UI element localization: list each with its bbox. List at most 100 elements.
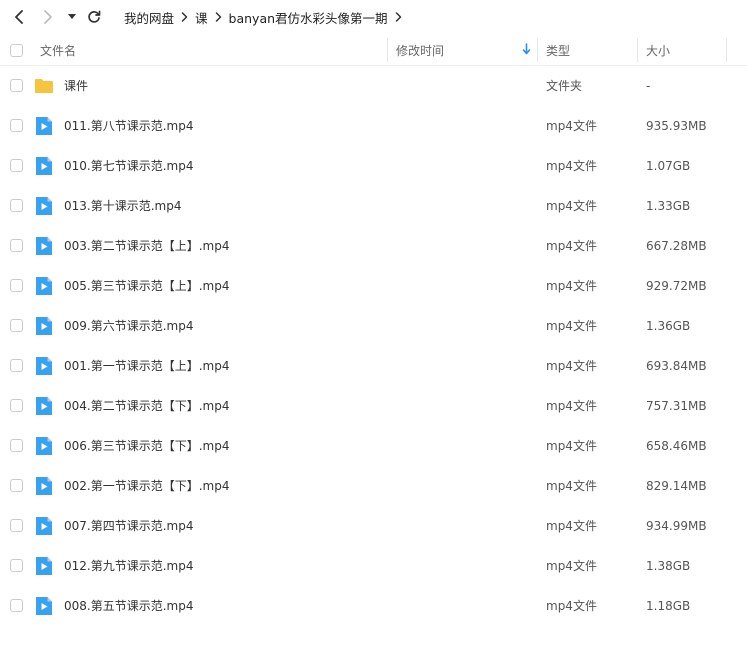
row-checkbox[interactable] [10, 159, 23, 172]
row-checkbox[interactable] [10, 319, 23, 332]
video-file-icon [34, 596, 54, 616]
file-name[interactable]: 011.第八节课示范.mp4 [64, 106, 193, 146]
file-row[interactable]: 008.第五节课示范.mp4 mp4文件 1.18GB [0, 586, 747, 626]
file-name[interactable]: 005.第三节课示范【上】.mp4 [64, 266, 229, 306]
row-checkbox[interactable] [10, 399, 23, 412]
video-file-icon [34, 316, 54, 336]
caret-down-icon [68, 14, 76, 19]
row-checkbox[interactable] [10, 479, 23, 492]
file-size: 1.38GB [646, 559, 691, 573]
video-file-icon [34, 116, 54, 136]
row-checkbox[interactable] [10, 439, 23, 452]
file-type: mp4文件 [546, 239, 597, 253]
row-checkbox[interactable] [10, 199, 23, 212]
column-divider[interactable] [537, 38, 538, 62]
file-row[interactable]: 007.第四节课示范.mp4 mp4文件 934.99MB [0, 506, 747, 546]
row-checkbox[interactable] [10, 599, 23, 612]
file-row[interactable]: 006.第三节课示范【下】.mp4 mp4文件 658.46MB [0, 426, 747, 466]
refresh-button[interactable] [84, 0, 104, 34]
row-checkbox[interactable] [10, 519, 23, 532]
file-type: mp4文件 [546, 159, 597, 173]
video-file-icon [34, 476, 54, 496]
breadcrumb-expand-icon[interactable] [395, 12, 402, 22]
file-name[interactable]: 008.第五节课示范.mp4 [64, 586, 193, 626]
column-header-type[interactable]: 类型 [546, 34, 570, 66]
file-type: mp4文件 [546, 119, 597, 133]
breadcrumb-separator-icon [181, 12, 188, 22]
file-size: 658.46MB [646, 439, 707, 453]
refresh-icon [88, 10, 101, 23]
breadcrumb-item-course[interactable]: 课 [195, 8, 208, 27]
file-name[interactable]: 课件 [64, 66, 88, 106]
file-row[interactable]: 012.第九节课示范.mp4 mp4文件 1.38GB [0, 546, 747, 586]
row-checkbox[interactable] [10, 119, 23, 132]
file-size: 829.14MB [646, 479, 707, 493]
file-type: mp4文件 [546, 519, 597, 533]
row-checkbox[interactable] [10, 79, 23, 92]
video-file-icon [34, 276, 54, 296]
sort-descending-icon[interactable] [522, 43, 531, 55]
file-row[interactable]: 011.第八节课示范.mp4 mp4文件 935.93MB [0, 106, 747, 146]
select-all-checkbox-cell[interactable] [10, 34, 23, 66]
column-divider[interactable] [637, 38, 638, 62]
back-button[interactable] [8, 0, 30, 34]
file-name[interactable]: 007.第四节课示范.mp4 [64, 506, 193, 546]
row-checkbox[interactable] [10, 559, 23, 572]
file-size: 1.07GB [646, 159, 691, 173]
breadcrumb-item-my-drive[interactable]: 我的网盘 [124, 8, 174, 27]
forward-button[interactable] [37, 0, 59, 34]
breadcrumb-item-current-folder[interactable]: banyan君仿水彩头像第一期 [229, 8, 388, 27]
chevron-left-icon [15, 10, 23, 24]
file-row[interactable]: 003.第二节课示范【上】.mp4 mp4文件 667.28MB [0, 226, 747, 266]
file-row[interactable]: 课件 文件夹 - [0, 66, 747, 106]
file-type: mp4文件 [546, 479, 597, 493]
file-name[interactable]: 003.第二节课示范【上】.mp4 [64, 226, 229, 266]
select-all-checkbox[interactable] [10, 43, 23, 57]
video-file-icon [34, 516, 54, 536]
column-header-name[interactable]: 文件名 [40, 34, 76, 66]
file-type: mp4文件 [546, 199, 597, 213]
column-divider[interactable] [726, 38, 727, 62]
file-type: 文件夹 [546, 79, 583, 93]
file-size: 1.36GB [646, 319, 691, 333]
breadcrumb: 我的网盘 课 banyan君仿水彩头像第一期 [124, 0, 409, 34]
row-checkbox[interactable] [10, 239, 23, 252]
file-size: 667.28MB [646, 239, 707, 253]
file-size: 757.31MB [646, 399, 707, 413]
file-list: 课件 文件夹 - 011.第八节课示范.mp4 mp4文件 935.93MB 0… [0, 66, 747, 626]
file-name[interactable]: 002.第一节课示范【下】.mp4 [64, 466, 229, 506]
file-type: mp4文件 [546, 319, 597, 333]
column-divider[interactable] [387, 38, 388, 62]
file-name[interactable]: 012.第九节课示范.mp4 [64, 546, 193, 586]
column-header-size[interactable]: 大小 [646, 34, 670, 66]
file-name[interactable]: 010.第七节课示范.mp4 [64, 146, 193, 186]
column-header-modified[interactable]: 修改时间 [396, 34, 444, 66]
history-dropdown-button[interactable] [65, 0, 79, 34]
file-row[interactable]: 010.第七节课示范.mp4 mp4文件 1.07GB [0, 146, 747, 186]
file-size: - [646, 79, 651, 93]
file-name[interactable]: 013.第十课示范.mp4 [64, 186, 181, 226]
file-type: mp4文件 [546, 279, 597, 293]
file-row[interactable]: 004.第二节课示范【下】.mp4 mp4文件 757.31MB [0, 386, 747, 426]
video-file-icon [34, 356, 54, 376]
file-row[interactable]: 005.第三节课示范【上】.mp4 mp4文件 929.72MB [0, 266, 747, 306]
row-checkbox[interactable] [10, 279, 23, 292]
navigation-bar: 我的网盘 课 banyan君仿水彩头像第一期 [0, 0, 747, 34]
chevron-right-icon [44, 10, 52, 24]
file-size: 1.18GB [646, 599, 691, 613]
file-size: 693.84MB [646, 359, 707, 373]
file-type: mp4文件 [546, 399, 597, 413]
file-row[interactable]: 009.第六节课示范.mp4 mp4文件 1.36GB [0, 306, 747, 346]
row-checkbox[interactable] [10, 359, 23, 372]
video-file-icon [34, 396, 54, 416]
file-row[interactable]: 001.第一节课示范【上】.mp4 mp4文件 693.84MB [0, 346, 747, 386]
file-row[interactable]: 002.第一节课示范【下】.mp4 mp4文件 829.14MB [0, 466, 747, 506]
file-name[interactable]: 009.第六节课示范.mp4 [64, 306, 193, 346]
file-name[interactable]: 004.第二节课示范【下】.mp4 [64, 386, 229, 426]
file-name[interactable]: 001.第一节课示范【上】.mp4 [64, 346, 229, 386]
video-file-icon [34, 556, 54, 576]
video-file-icon [34, 236, 54, 256]
folder-icon [34, 76, 54, 96]
file-name[interactable]: 006.第三节课示范【下】.mp4 [64, 426, 229, 466]
file-row[interactable]: 013.第十课示范.mp4 mp4文件 1.33GB [0, 186, 747, 226]
